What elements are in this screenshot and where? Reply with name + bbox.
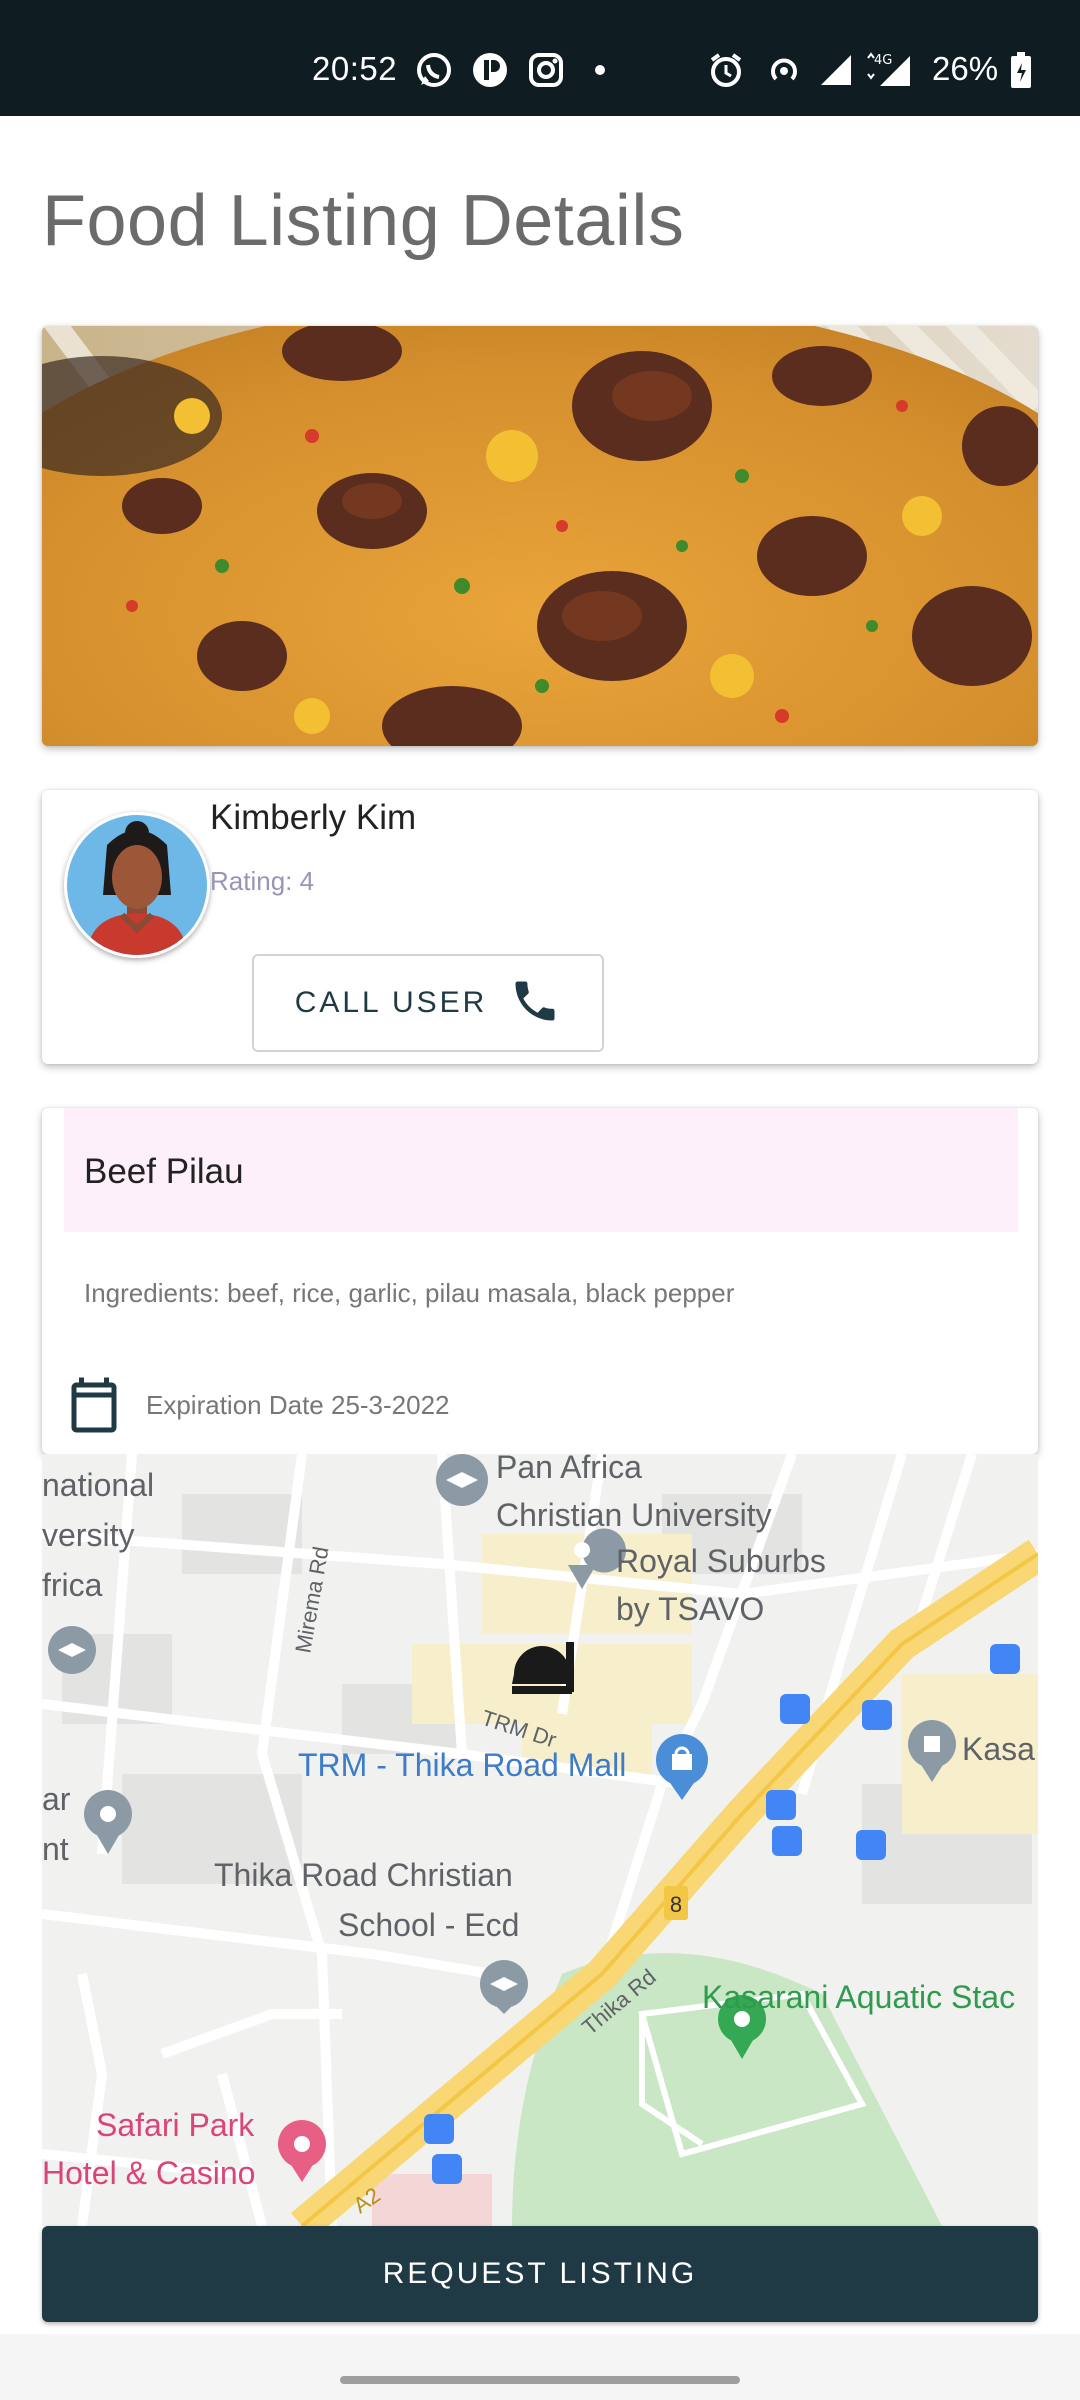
instagram-icon — [526, 50, 566, 90]
map-label-safari-1: Safari Park — [96, 2107, 255, 2143]
map-label-university-b: versity — [42, 1517, 134, 1553]
call-user-button[interactable]: CALL USER — [252, 954, 604, 1052]
food-name: Beef Pilau — [84, 1152, 244, 1191]
hotspot-icon — [764, 50, 804, 90]
road-number-label: 8 — [670, 1892, 682, 1917]
calendar-icon — [64, 1372, 124, 1443]
map-label-nt: nt — [42, 1831, 69, 1867]
map-label-pan-africa-2: Christian University — [496, 1497, 772, 1533]
battery-percentage: 26% — [932, 50, 999, 87]
signal-icon — [816, 50, 856, 90]
status-bar: 20:52 4G 26% — [0, 0, 1080, 116]
map-label-kasa: Kasa — [962, 1731, 1035, 1767]
map-label-safari-2: Hotel & Casino — [42, 2155, 255, 2191]
whatsapp-icon — [414, 50, 454, 90]
map-label-royal-2: by TSAVO — [616, 1591, 764, 1627]
map-label-university-c: frica — [42, 1567, 103, 1603]
map-label-pan-africa-1: Pan Africa — [496, 1454, 642, 1485]
map-label-royal-1: Royal Suburbs — [616, 1543, 826, 1579]
request-listing-button[interactable]: REQUEST LISTING — [42, 2226, 1038, 2322]
page-title: Food Listing Details — [42, 181, 685, 261]
ingredients-text: Ingredients: beef, rice, garlic, pilau m… — [84, 1278, 735, 1308]
call-user-label: CALL USER — [294, 986, 488, 1019]
map-label-school-2: School - Ecd — [338, 1907, 519, 1943]
food-image — [42, 326, 1038, 746]
location-map[interactable]: 8 national versity frica Pan Africa Chri… — [42, 1454, 1038, 2226]
battery-icon — [1008, 50, 1034, 90]
more-notifications-dot-icon — [592, 50, 608, 90]
map-label-ar: ar — [42, 1781, 71, 1817]
university-marker-icon-left[interactable] — [48, 1626, 96, 1674]
status-time: 20:52 — [312, 50, 398, 87]
university-marker-icon[interactable] — [436, 1454, 488, 1506]
expiration-date: Expiration Date 25-3-2022 — [146, 1390, 450, 1420]
app-notification-icon — [470, 50, 510, 90]
map-label-university-a: national — [42, 1467, 154, 1503]
home-indicator[interactable] — [340, 2376, 740, 2384]
user-name: Kimberly Kim — [210, 798, 417, 837]
svg-text:4G: 4G — [874, 53, 892, 68]
alarm-icon — [706, 50, 746, 90]
system-nav-bar — [0, 2334, 1080, 2400]
map-label-school-1: Thika Road Christian — [214, 1857, 513, 1893]
phone-icon — [509, 975, 561, 1032]
map-label-trm-mall: TRM - Thika Road Mall — [298, 1747, 626, 1783]
mobile-data-icon: 4G — [864, 50, 914, 90]
map-label-kasarani: Kasarani Aquatic Stac — [702, 1979, 1015, 2015]
user-rating: Rating: 4 — [210, 866, 315, 896]
avatar — [64, 812, 210, 958]
